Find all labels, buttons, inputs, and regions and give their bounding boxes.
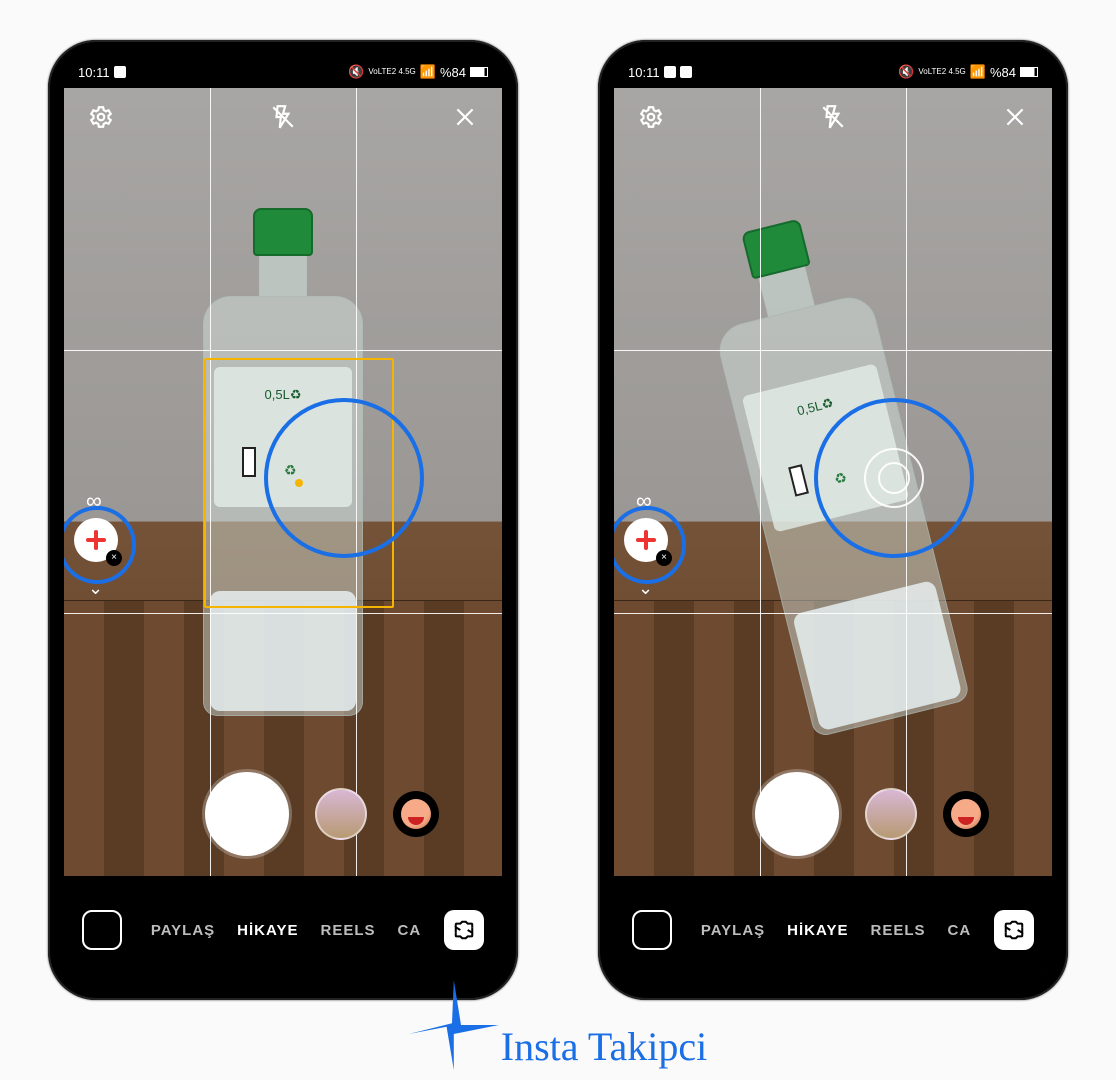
chevron-down-icon[interactable]: ⌄ bbox=[88, 578, 103, 599]
monkey-face-icon bbox=[951, 799, 981, 829]
battery-icon bbox=[1020, 67, 1038, 77]
battery-text: %84 bbox=[990, 65, 1016, 80]
network-label: VoLTE2 4.5G bbox=[918, 68, 965, 76]
switch-camera-icon bbox=[1003, 919, 1025, 941]
flash-button[interactable] bbox=[268, 102, 298, 132]
network-label: VoLTE2 4.5G bbox=[368, 68, 415, 76]
settings-button[interactable] bbox=[636, 102, 666, 132]
settings-button[interactable] bbox=[86, 102, 116, 132]
close-button[interactable] bbox=[450, 102, 480, 132]
phone-screen: 10:11 🔇 VoLTE2 4.5G 📶 %84 bbox=[614, 56, 1052, 984]
mode-hikaye[interactable]: HİKAYE bbox=[787, 922, 848, 939]
grid-vertical-1 bbox=[760, 88, 761, 876]
gallery-button[interactable] bbox=[82, 910, 122, 950]
shutter-row bbox=[64, 772, 502, 856]
bottle-neck bbox=[259, 256, 307, 296]
gear-icon bbox=[88, 104, 114, 130]
mode-bar: PAYLAŞ HİKAYE REELS CA bbox=[614, 876, 1052, 984]
bottle-volume: 0,5L♻ bbox=[795, 395, 834, 418]
flash-off-icon bbox=[270, 104, 296, 130]
signal-icon: 📶 bbox=[970, 64, 986, 80]
watermark-logo: Insta Takipci bbox=[409, 980, 707, 1070]
bottle-cap bbox=[253, 208, 313, 256]
phone-frame-left: 10:11 🔇 VoLTE2 4.5G 📶 %84 bbox=[48, 40, 518, 1000]
camera-notif-icon bbox=[680, 66, 692, 78]
gallery-button[interactable] bbox=[632, 910, 672, 950]
camera-top-bar bbox=[64, 102, 502, 132]
ar-emoji-thumb[interactable] bbox=[943, 791, 989, 837]
close-icon bbox=[452, 104, 478, 130]
flash-button[interactable] bbox=[818, 102, 848, 132]
mode-canli-partial[interactable]: CA bbox=[948, 922, 972, 939]
battery-text: %84 bbox=[440, 65, 466, 80]
grid-horizontal-1 bbox=[614, 350, 1052, 351]
mode-bar: PAYLAŞ HİKAYE REELS CA bbox=[64, 876, 502, 984]
camera-viewport[interactable]: 0,5L♻ ♻ bbox=[64, 88, 502, 876]
annotation-circle-main bbox=[264, 398, 424, 558]
switch-camera-icon bbox=[453, 919, 475, 941]
mode-reels[interactable]: REELS bbox=[870, 922, 925, 939]
flash-off-icon bbox=[820, 104, 846, 130]
ar-emoji-thumb[interactable] bbox=[393, 791, 439, 837]
mode-hikaye[interactable]: HİKAYE bbox=[237, 922, 298, 939]
camera-viewport[interactable]: 0,5L♻ ♻ bbox=[614, 88, 1052, 876]
shutter-button[interactable] bbox=[755, 772, 839, 856]
watermark-text: Insta Takipci bbox=[501, 1023, 707, 1070]
mode-reels[interactable]: REELS bbox=[320, 922, 375, 939]
grid-horizontal-2 bbox=[64, 613, 502, 614]
mute-icon: 🔇 bbox=[348, 64, 364, 80]
image-notif-icon bbox=[664, 66, 676, 78]
gear-icon bbox=[638, 104, 664, 130]
phone-frame-right: 10:11 🔇 VoLTE2 4.5G 📶 %84 bbox=[598, 40, 1068, 1000]
monkey-face-icon bbox=[401, 799, 431, 829]
mode-paylas[interactable]: PAYLAŞ bbox=[151, 922, 215, 939]
close-icon bbox=[1002, 104, 1028, 130]
star-icon bbox=[409, 980, 499, 1070]
switch-camera-button[interactable] bbox=[994, 910, 1034, 950]
level-indicator-icon bbox=[864, 448, 924, 508]
bottle-water bbox=[210, 591, 356, 711]
status-bar: 10:11 🔇 VoLTE2 4.5G 📶 %84 bbox=[614, 56, 1052, 88]
filter-preview-thumb[interactable] bbox=[865, 788, 917, 840]
camera-modes[interactable]: PAYLAŞ HİKAYE REELS CA bbox=[692, 922, 980, 939]
status-time: 10:11 bbox=[628, 65, 660, 80]
effect-thumbnail[interactable]: × bbox=[74, 518, 118, 562]
status-time: 10:11 bbox=[78, 65, 110, 80]
effect-remove-badge[interactable]: × bbox=[656, 550, 672, 566]
annotation-circle-main bbox=[814, 398, 974, 558]
grid-horizontal-2 bbox=[614, 613, 1052, 614]
mode-paylas[interactable]: PAYLAŞ bbox=[701, 922, 765, 939]
bottle-barcode bbox=[788, 464, 809, 496]
signal-icon: 📶 bbox=[420, 64, 436, 80]
phone-screen: 10:11 🔇 VoLTE2 4.5G 📶 %84 bbox=[64, 56, 502, 984]
bottle-water bbox=[792, 580, 963, 732]
effect-glyph-icon bbox=[636, 538, 656, 542]
shutter-row bbox=[614, 772, 1052, 856]
chevron-down-icon[interactable]: ⌄ bbox=[638, 578, 653, 599]
camera-top-bar bbox=[614, 102, 1052, 132]
camera-notif-icon bbox=[114, 66, 126, 78]
effect-remove-badge[interactable]: × bbox=[106, 550, 122, 566]
grid-horizontal-1 bbox=[64, 350, 502, 351]
filter-preview-thumb[interactable] bbox=[315, 788, 367, 840]
shutter-button[interactable] bbox=[205, 772, 289, 856]
close-button[interactable] bbox=[1000, 102, 1030, 132]
switch-camera-button[interactable] bbox=[444, 910, 484, 950]
mode-canli-partial[interactable]: CA bbox=[398, 922, 422, 939]
comparison-container: 10:11 🔇 VoLTE2 4.5G 📶 %84 bbox=[0, 0, 1116, 1000]
battery-icon bbox=[470, 67, 488, 77]
mute-icon: 🔇 bbox=[898, 64, 914, 80]
camera-modes[interactable]: PAYLAŞ HİKAYE REELS CA bbox=[142, 922, 430, 939]
status-bar: 10:11 🔇 VoLTE2 4.5G 📶 %84 bbox=[64, 56, 502, 88]
effect-thumbnail[interactable]: × bbox=[624, 518, 668, 562]
effect-glyph-icon bbox=[86, 538, 106, 542]
